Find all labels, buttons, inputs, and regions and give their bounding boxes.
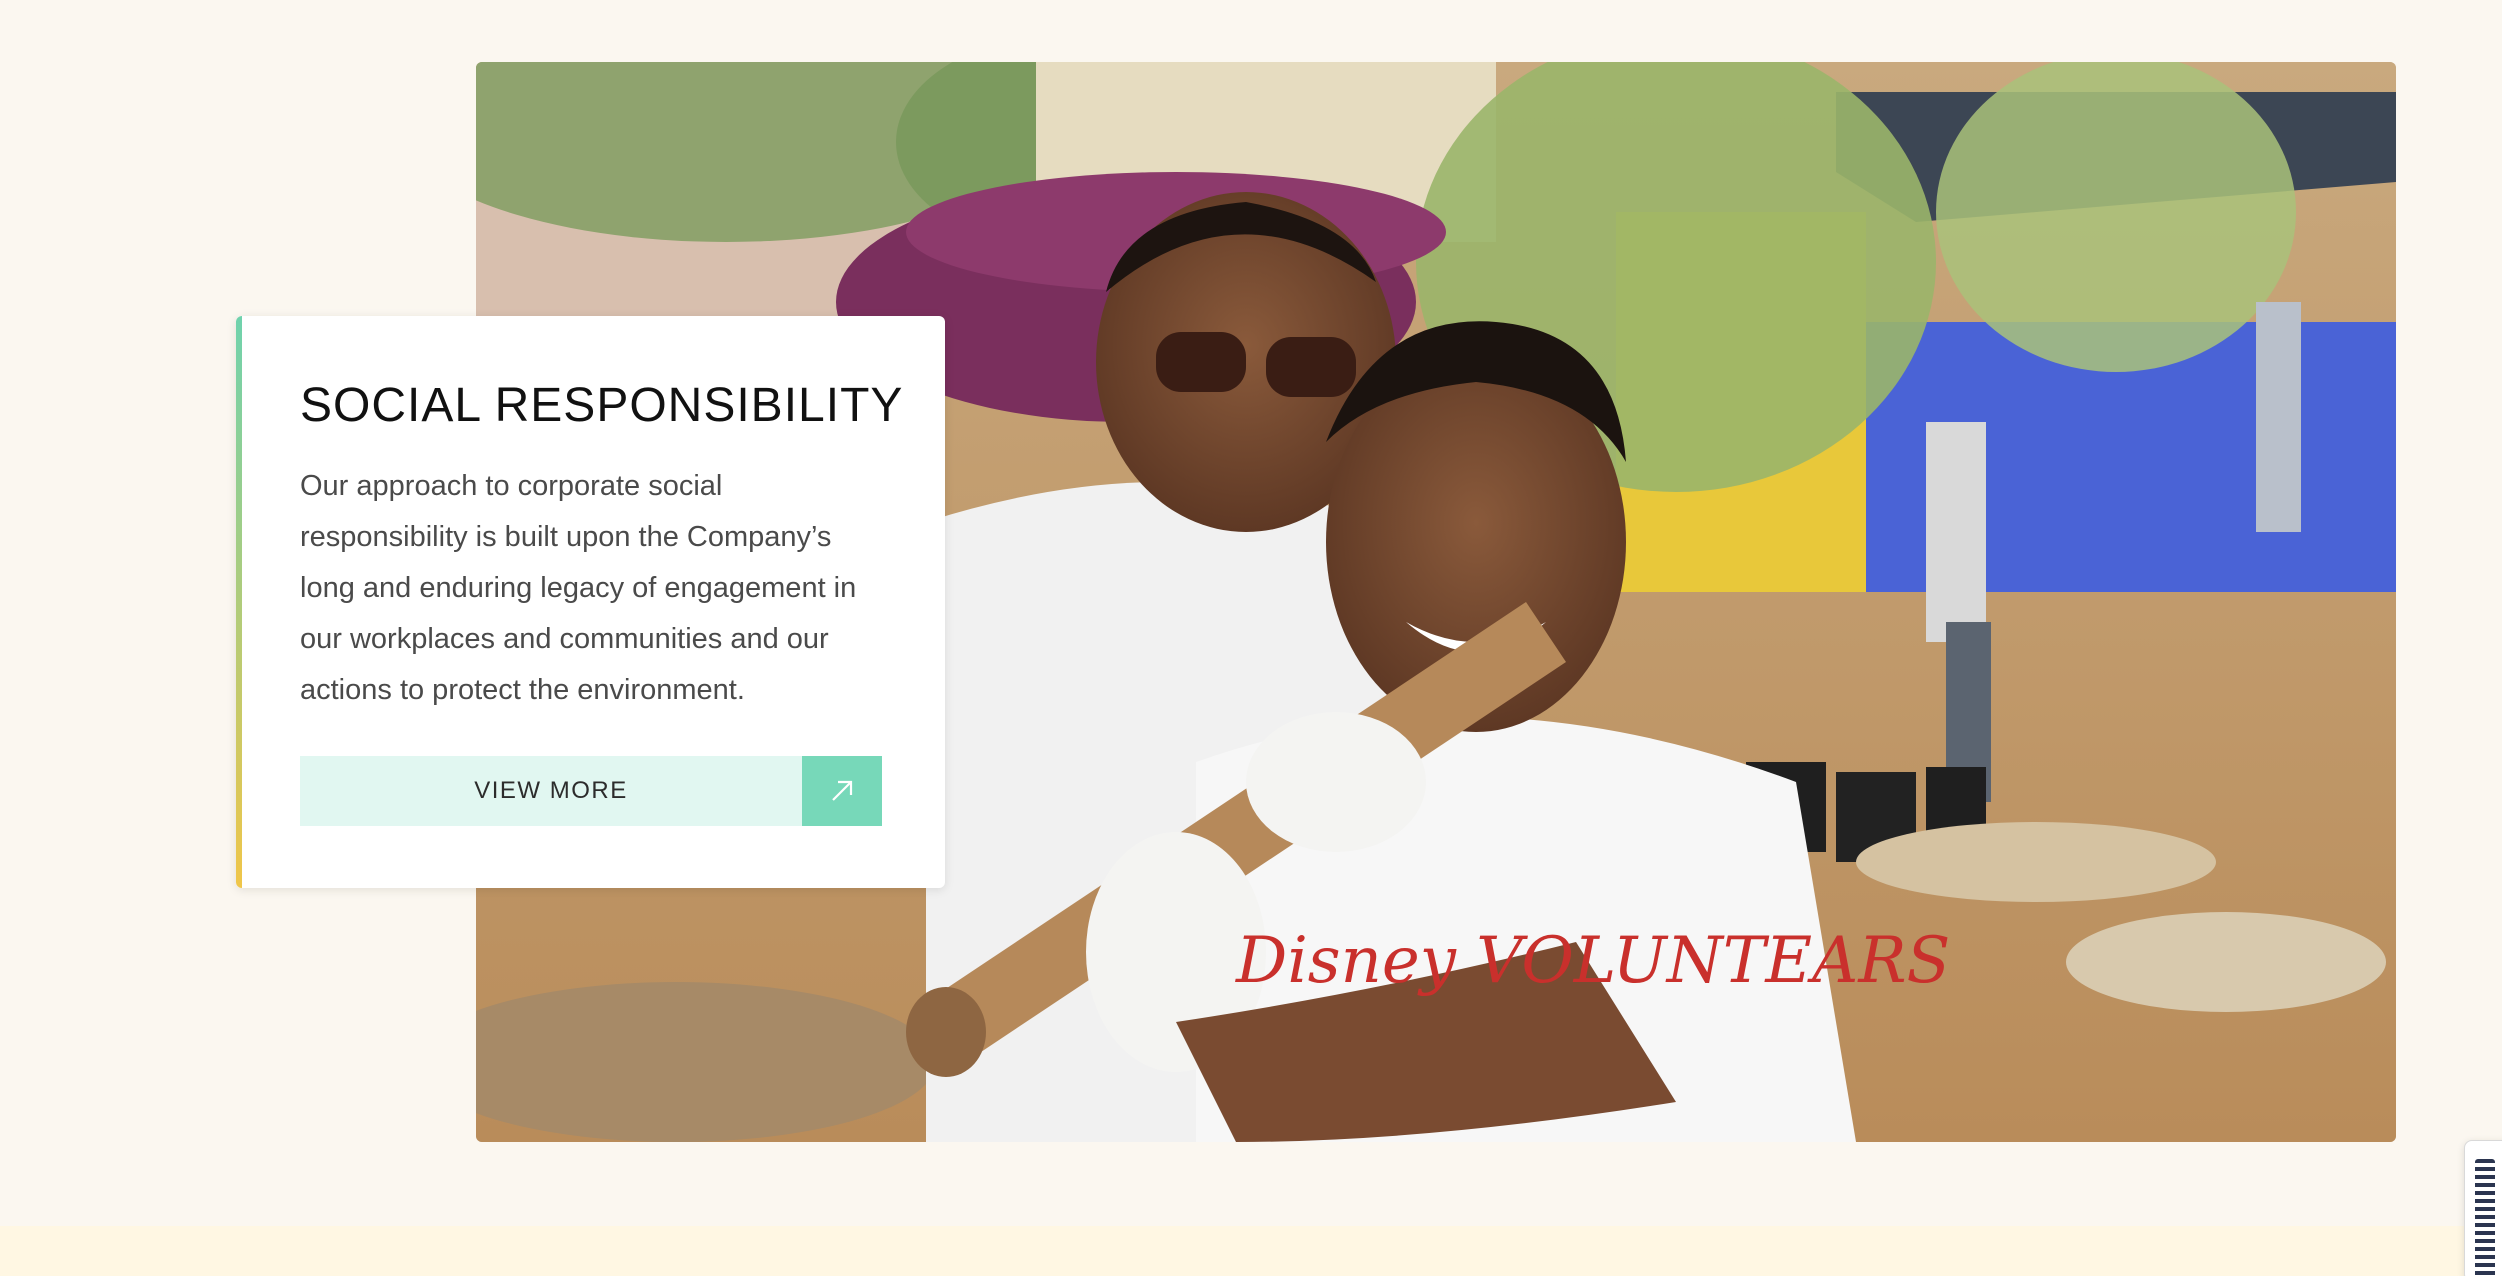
floating-widget[interactable] — [2464, 1140, 2502, 1276]
social-responsibility-card: SOCIAL RESPONSIBILITY Our approach to co… — [236, 316, 945, 888]
view-more-label[interactable]: VIEW MORE — [300, 756, 802, 826]
shirt-logo-text: Disney VOLUNTEARS — [1235, 924, 1950, 998]
widget-preview — [2475, 1159, 2495, 1276]
card-title: SOCIAL RESPONSIBILITY — [300, 379, 904, 432]
page: Disney VOLUNTEARS SOCIAL RESPONSIBILITY … — [0, 0, 2502, 1276]
arrow-up-right-icon[interactable] — [802, 756, 882, 826]
view-more-button[interactable]: VIEW MORE — [300, 756, 882, 826]
card-description: Our approach to corporate social respons… — [300, 469, 857, 706]
next-section-band — [0, 1226, 2502, 1276]
card-accent-bar — [236, 316, 242, 888]
